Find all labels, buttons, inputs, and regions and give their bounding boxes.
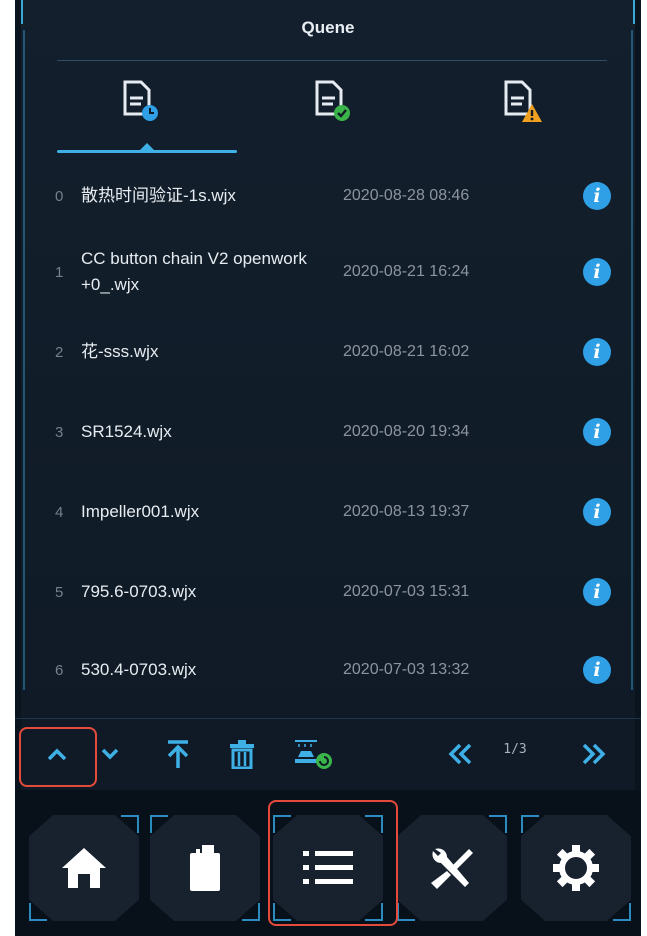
tools-icon xyxy=(431,848,473,889)
move-up-highlight xyxy=(19,727,97,787)
info-icon[interactable]: i xyxy=(583,418,611,446)
info-icon[interactable]: i xyxy=(583,338,611,366)
list-item[interactable]: 5 795.6-0703.wjx 2020-07-03 15:31 i xyxy=(15,560,641,624)
file-date: 2020-08-13 19:37 xyxy=(343,503,470,520)
file-name: 530.4-0703.wjx xyxy=(81,660,197,679)
filament-icon xyxy=(190,845,220,891)
active-tab-indicator xyxy=(57,150,237,153)
file-date: 2020-08-21 16:24 xyxy=(343,263,470,280)
title-divider xyxy=(57,60,607,61)
list-item[interactable]: 6 530.4-0703.wjx 2020-07-03 13:32 i xyxy=(15,638,641,702)
row-index: 0 xyxy=(55,187,64,205)
list-item[interactable]: 1 CC button chain V2 openwork +0_.wjx 20… xyxy=(15,240,641,304)
file-date: 2020-07-03 15:31 xyxy=(343,583,470,600)
list-item[interactable]: 0 散热时间验证-1s.wjx 2020-08-28 08:46 i xyxy=(15,164,641,228)
file-warning-icon xyxy=(504,80,542,122)
file-check-icon xyxy=(315,80,350,121)
file-name: CC button chain V2 openwork +0_.wjx xyxy=(81,249,307,294)
file-name: SR1524.wjx xyxy=(81,422,172,441)
file-date: 2020-08-21 16:02 xyxy=(343,343,470,360)
info-icon[interactable]: i xyxy=(583,258,611,286)
row-index: 6 xyxy=(55,661,64,679)
gear-icon xyxy=(553,845,599,891)
double-chevron-right-icon xyxy=(582,743,606,765)
file-date: 2020-08-20 19:34 xyxy=(343,423,470,440)
start-print-button[interactable] xyxy=(287,732,339,776)
row-index: 5 xyxy=(55,583,64,601)
file-date: 2020-07-03 13:32 xyxy=(343,661,470,678)
tab-completed[interactable] xyxy=(313,78,353,136)
row-index: 1 xyxy=(55,263,64,281)
list-item[interactable]: 2 花-sss.wjx 2020-08-21 16:02 i xyxy=(15,320,641,384)
nav-filament-button[interactable] xyxy=(150,815,260,921)
nav-tools-button[interactable] xyxy=(397,815,507,921)
info-icon[interactable]: i xyxy=(583,578,611,606)
file-name: 散热时间验证-1s.wjx xyxy=(81,186,236,205)
nav-settings-button[interactable] xyxy=(521,815,631,921)
info-icon[interactable]: i xyxy=(583,182,611,210)
move-to-top-icon xyxy=(167,740,189,768)
page-title: Quene xyxy=(301,18,355,37)
file-name: 花-sss.wjx xyxy=(81,342,159,361)
list-item[interactable]: 3 SR1524.wjx 2020-08-20 19:34 i xyxy=(15,400,641,464)
row-index: 3 xyxy=(55,423,64,441)
file-clock-icon xyxy=(123,80,158,121)
file-name: Impeller001.wjx xyxy=(81,502,200,521)
active-tab-caret xyxy=(140,143,154,150)
queue-button-highlight xyxy=(268,800,398,926)
move-down-button[interactable] xyxy=(95,732,125,776)
previous-page-button[interactable] xyxy=(443,732,479,776)
tab-failed[interactable] xyxy=(502,78,542,136)
file-date: 2020-08-28 08:46 xyxy=(343,187,470,204)
double-chevron-left-icon xyxy=(448,743,472,765)
tab-pending[interactable] xyxy=(121,78,161,136)
row-index: 2 xyxy=(55,343,64,361)
info-icon[interactable]: i xyxy=(583,498,611,526)
next-page-button[interactable] xyxy=(575,732,611,776)
toolbar-divider xyxy=(15,718,641,719)
home-icon xyxy=(62,848,106,888)
nav-home-button[interactable] xyxy=(29,815,139,921)
file-name: 795.6-0703.wjx xyxy=(81,582,197,601)
print-start-icon xyxy=(295,740,332,769)
printer-screen: Quene 0 散热时间验证-1s.wjx 2020-08-28 08:46 i… xyxy=(15,0,641,936)
delete-button[interactable] xyxy=(225,732,259,776)
delete-icon xyxy=(230,740,254,769)
info-icon[interactable]: i xyxy=(583,656,611,684)
list-item[interactable]: 4 Impeller001.wjx 2020-08-13 19:37 i xyxy=(15,480,641,544)
move-down-icon xyxy=(101,748,119,760)
page-indicator: 1/3 xyxy=(503,742,527,757)
row-index: 4 xyxy=(55,503,64,521)
move-to-top-button[interactable] xyxy=(163,732,193,776)
